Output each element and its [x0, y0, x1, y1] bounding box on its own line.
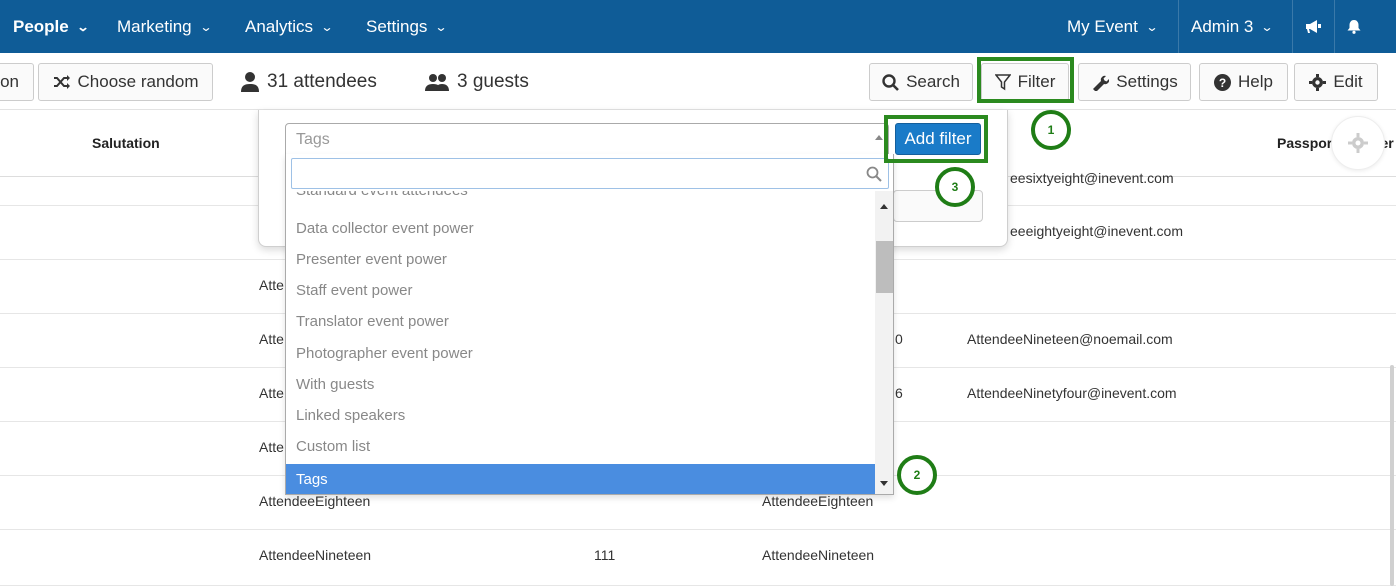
svg-text:?: ? [1219, 76, 1226, 90]
name-cell: AttendeeEighteen [259, 493, 371, 509]
nav-settings-label: Settings [366, 16, 428, 36]
email-cell: AttendeeNineteen@noemail.com [967, 331, 1173, 347]
top-navigation: People ⌄ Marketing ⌄ Analytics ⌄ Settings ⌄ … [0, 0, 1396, 53]
nav-people[interactable]: People ⌄ [13, 0, 90, 53]
user-icon [241, 72, 259, 92]
table-row[interactable]: AttendeeNineteen 111 AttendeeNineteen [0, 530, 1396, 586]
dropdown-option-selected[interactable]: Tags [286, 464, 875, 494]
help-button[interactable]: ? Help [1199, 63, 1288, 101]
filter-type-select-value: Tags [296, 131, 330, 148]
settings-button-label: Settings [1116, 72, 1178, 91]
edit-button[interactable]: Edit [1294, 63, 1378, 101]
help-icon: ? [1214, 73, 1232, 91]
nav-admin[interactable]: Admin 3 ⌄ [1191, 0, 1274, 53]
choose-random-button[interactable]: Choose random [38, 63, 213, 101]
partial-button-label: on [0, 72, 19, 91]
dropdown-option[interactable]: Custom list [286, 431, 875, 462]
nav-admin-label: Admin 3 [1191, 16, 1254, 36]
dropdown-option[interactable]: Translator event power [286, 306, 875, 337]
number-cell: 0 [895, 331, 903, 347]
dropdown-option[interactable]: Staff event power [286, 275, 875, 306]
filter-type-select[interactable]: Tags [285, 123, 889, 155]
number-cell: 6 [895, 385, 903, 401]
name-cell-2: AttendeeNineteen [762, 547, 875, 563]
filter-type-dropdown: Standard event attendees Data collector … [285, 154, 894, 495]
dropdown-scrollbar[interactable] [875, 191, 893, 494]
column-header-salutation[interactable]: Salutation [92, 135, 160, 151]
caret-up-icon [875, 135, 883, 140]
wrench-icon [1093, 75, 1110, 91]
name-cell: Atte [259, 439, 284, 455]
search-icon [866, 166, 882, 182]
dropdown-option[interactable]: Linked speakers [286, 400, 875, 431]
dropdown-option[interactable]: Standard event attendees [286, 191, 875, 206]
number-cell: 111 [594, 547, 616, 563]
step-1-label: 1 [1047, 123, 1055, 137]
chevron-down-icon: ⌄ [320, 19, 334, 34]
nav-separator [1334, 0, 1335, 53]
dropdown-search-input[interactable] [291, 158, 889, 189]
choose-random-label: Choose random [77, 72, 199, 91]
filter-highlight [977, 57, 1074, 103]
step-2-badge: 2 [897, 455, 937, 495]
help-button-label: Help [1238, 72, 1273, 91]
nav-analytics[interactable]: Analytics ⌄ [245, 0, 334, 53]
search-icon [882, 73, 899, 91]
add-filter-highlight [884, 115, 988, 163]
partial-toolbar-button[interactable]: on [0, 63, 34, 101]
chevron-down-icon: ⌄ [76, 19, 90, 34]
settings-button[interactable]: Settings [1078, 63, 1191, 101]
scroll-down-icon[interactable] [880, 481, 888, 486]
attendees-count-label: 31 attendees [267, 71, 377, 92]
shuffle-icon [53, 75, 70, 89]
chevron-down-icon: ⌄ [1260, 19, 1274, 34]
step-3-badge: 3 [935, 167, 975, 207]
attendees-count: 31 attendees [241, 63, 377, 101]
step-2-label: 2 [913, 468, 921, 482]
toolbar: on Choose random 31 attendees 3 guests S… [0, 53, 1396, 110]
table-settings-button[interactable] [1331, 116, 1385, 170]
scroll-thumb[interactable] [876, 241, 893, 293]
nav-people-label: People [13, 16, 69, 36]
users-icon [425, 74, 449, 91]
dropdown-option[interactable]: Presenter event power [286, 244, 875, 275]
bell-icon[interactable] [1347, 0, 1361, 53]
email-cell: eesixtyeight@inevent.com [1010, 170, 1174, 186]
dropdown-options: Standard event attendees Data collector … [286, 191, 875, 494]
name-cell-2: AttendeeEighteen [762, 493, 874, 509]
search-button-label: Search [906, 72, 960, 91]
nav-separator [1292, 0, 1293, 53]
chevron-down-icon: ⌄ [199, 19, 213, 34]
megaphone-icon[interactable] [1305, 0, 1322, 53]
nav-marketing-label: Marketing [117, 16, 192, 36]
scroll-up-icon[interactable] [880, 204, 888, 209]
email-cell: AttendeeNinetyfour@inevent.com [967, 385, 1177, 401]
dropdown-option[interactable]: With guests [286, 369, 875, 400]
step-1-badge: 1 [1031, 110, 1071, 150]
nav-event-label: My Event [1067, 16, 1138, 36]
name-cell: Atte [259, 385, 284, 401]
name-cell: Atte [259, 277, 284, 293]
nav-marketing[interactable]: Marketing ⌄ [117, 0, 213, 53]
guests-count: 3 guests [425, 63, 529, 101]
nav-settings[interactable]: Settings ⌄ [366, 0, 449, 53]
search-button[interactable]: Search [869, 63, 973, 101]
email-cell: eeeightyeight@inevent.com [1010, 223, 1183, 239]
gear-icon [1348, 133, 1368, 153]
dropdown-option[interactable]: Photographer event power [286, 338, 875, 369]
nav-event[interactable]: My Event ⌄ [1067, 0, 1159, 53]
edit-button-label: Edit [1333, 72, 1363, 91]
nav-separator [1178, 0, 1179, 53]
step-3-label: 3 [951, 180, 959, 194]
name-cell: Atte [259, 331, 284, 347]
gear-icon [1309, 73, 1327, 91]
nav-analytics-label: Analytics [245, 16, 314, 36]
name-cell: AttendeeNineteen [259, 547, 372, 563]
dropdown-option[interactable]: Data collector event power [286, 213, 875, 244]
chevron-down-icon: ⌄ [434, 19, 449, 34]
page-scrollbar[interactable] [1390, 365, 1394, 586]
guests-count-label: 3 guests [457, 71, 529, 92]
chevron-down-icon: ⌄ [1145, 19, 1159, 34]
